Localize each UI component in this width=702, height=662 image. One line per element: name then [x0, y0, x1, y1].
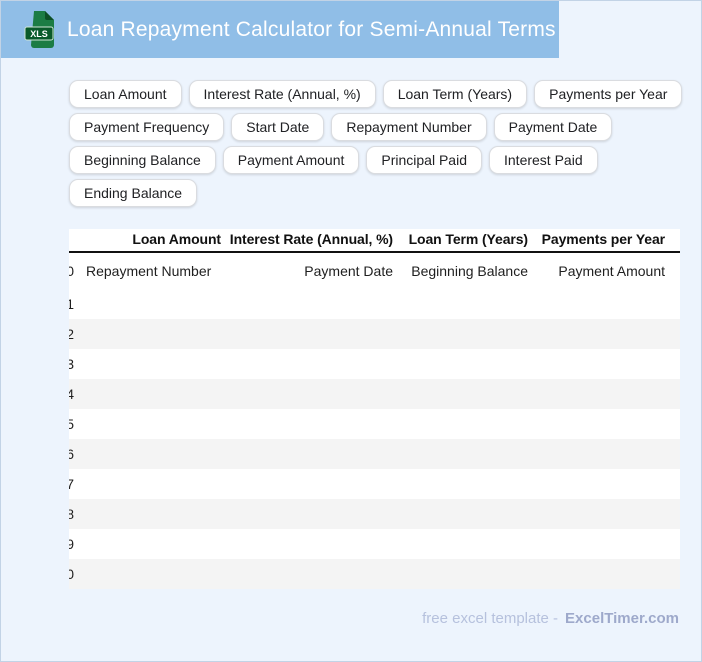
column-header-payments-per-year: Payments per Year [542, 229, 665, 250]
footer-text: free excel template - [422, 610, 558, 627]
footer-brand-link[interactable]: ExcelTimer.com [565, 610, 679, 627]
spreadsheet-preview: Loan Amount Interest Rate (Annual, %) Lo… [69, 229, 680, 589]
row-number: 2 [69, 319, 74, 349]
table-row: 5 [69, 409, 680, 439]
row-number: 4 [69, 379, 74, 409]
row-number: 0 [69, 253, 74, 289]
field-tag-chip[interactable]: Ending Balance [69, 179, 197, 207]
header-bar: XLS Loan Repayment Calculator for Semi-A… [1, 1, 559, 58]
field-tag-chip[interactable]: Loan Amount [69, 80, 182, 108]
table-row: 1 [69, 289, 680, 319]
page-title: Loan Repayment Calculator for Semi-Annua… [67, 18, 556, 42]
row-number: 6 [69, 439, 74, 469]
spreadsheet-inner: Loan Amount Interest Rate (Annual, %) Lo… [69, 229, 680, 589]
table-subheader-row: 0 Repayment Number Payment Date Beginnin… [69, 253, 680, 289]
field-tags: Loan Amount Interest Rate (Annual, %) Lo… [69, 80, 685, 212]
row-number: 3 [69, 349, 74, 379]
field-tag-chip[interactable]: Interest Paid [489, 146, 598, 174]
table-row: 6 [69, 439, 680, 469]
row-number: 5 [69, 409, 74, 439]
page: XLS Loan Repayment Calculator for Semi-A… [0, 0, 702, 662]
field-tag-chip[interactable]: Payment Amount [223, 146, 360, 174]
subheader-repayment-number: Repayment Number [86, 253, 211, 289]
row-number: 8 [69, 499, 74, 529]
footer-credit: free excel template - ExcelTimer.com [422, 610, 679, 627]
field-tag-row: Ending Balance [69, 179, 685, 207]
field-tag-chip[interactable]: Repayment Number [331, 113, 486, 141]
row-number: 1 [69, 289, 74, 319]
table-body: 1 2 3 4 5 6 7 8 9 10 [69, 289, 680, 589]
field-tag-chip[interactable]: Principal Paid [366, 146, 482, 174]
field-tag-chip[interactable]: Payments per Year [534, 80, 682, 108]
table-row: 3 [69, 349, 680, 379]
xls-file-icon: XLS [21, 9, 57, 51]
field-tag-chip[interactable]: Payment Date [494, 113, 613, 141]
field-tag-chip[interactable]: Payment Frequency [69, 113, 224, 141]
field-tag-row: Payment Frequency Start Date Repayment N… [69, 113, 685, 141]
field-tag-row: Beginning Balance Payment Amount Princip… [69, 146, 685, 174]
table-row: 7 [69, 469, 680, 499]
field-tag-chip[interactable]: Interest Rate (Annual, %) [189, 80, 376, 108]
subheader-payment-date: Payment Date [304, 253, 393, 289]
column-header-loan-term: Loan Term (Years) [409, 229, 528, 250]
column-header-loan-amount: Loan Amount [132, 229, 221, 250]
row-number: 10 [69, 559, 74, 589]
field-tag-chip[interactable]: Loan Term (Years) [383, 80, 527, 108]
xls-badge-label: XLS [30, 29, 48, 39]
field-tag-chip[interactable]: Start Date [231, 113, 324, 141]
column-header-interest-rate: Interest Rate (Annual, %) [230, 229, 393, 250]
subheader-payment-amount: Payment Amount [558, 253, 665, 289]
field-tag-chip[interactable]: Beginning Balance [69, 146, 216, 174]
table-header-row: Loan Amount Interest Rate (Annual, %) Lo… [69, 229, 680, 253]
row-number: 9 [69, 529, 74, 559]
table-row: 9 [69, 529, 680, 559]
field-tag-row: Loan Amount Interest Rate (Annual, %) Lo… [69, 80, 685, 108]
subheader-beginning-balance: Beginning Balance [411, 253, 528, 289]
table-row: 8 [69, 499, 680, 529]
row-number: 7 [69, 469, 74, 499]
table-row: 10 [69, 559, 680, 589]
table-row: 2 [69, 319, 680, 349]
table-row: 4 [69, 379, 680, 409]
